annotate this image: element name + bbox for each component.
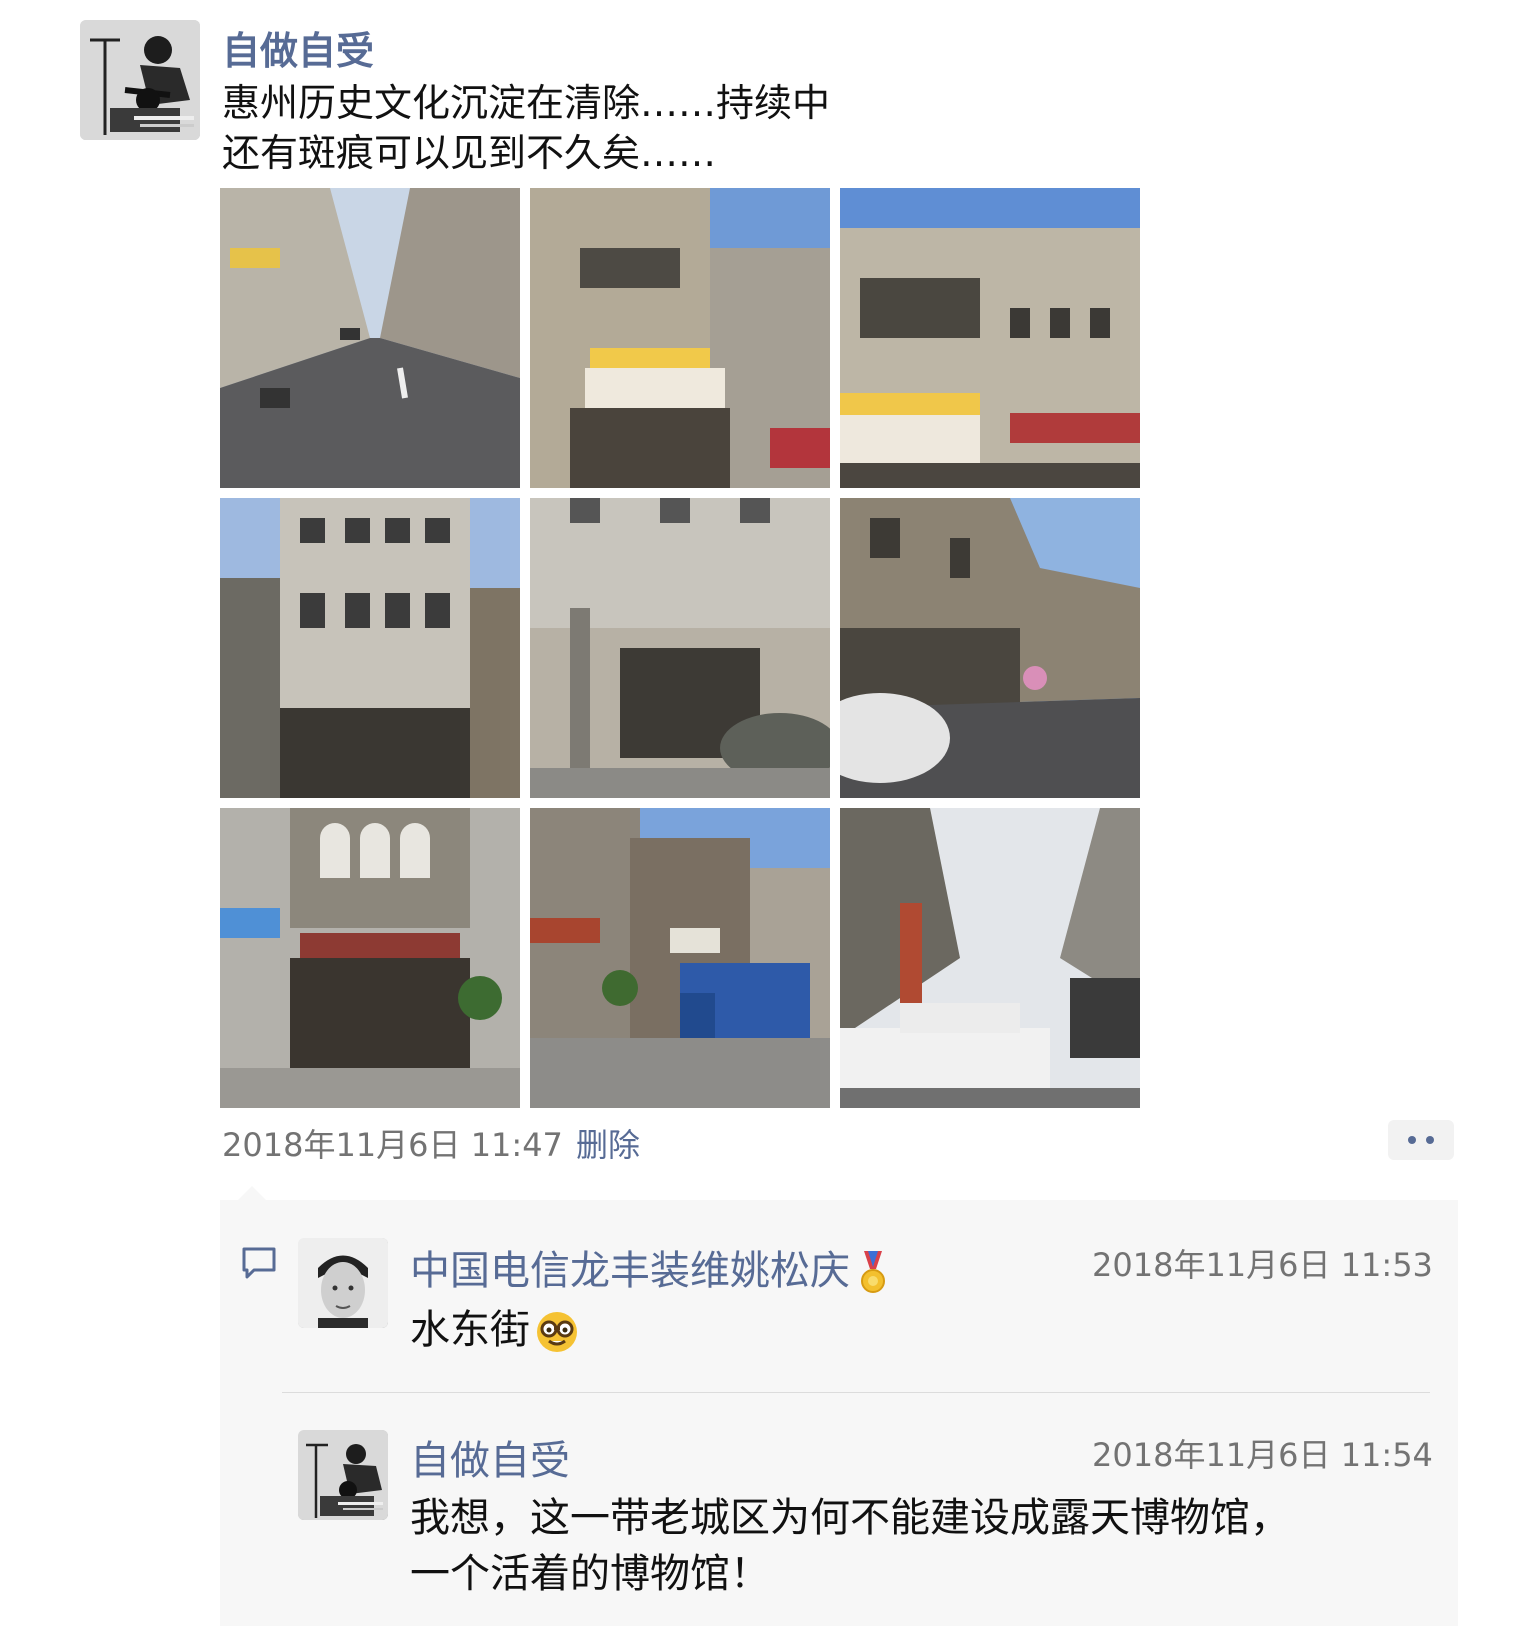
comment-time: 2018年11月6日 11:53 [1092, 1246, 1433, 1284]
post-photo[interactable] [220, 188, 520, 488]
commenter-name[interactable]: 自做自受 [410, 1428, 570, 1486]
post-author-avatar[interactable] [80, 20, 200, 140]
post-timestamp: 2018年11月6日 11:47 [222, 1126, 563, 1164]
delete-link[interactable]: 删除 [576, 1120, 640, 1166]
commenter-avatar[interactable] [298, 1430, 388, 1520]
post-photo[interactable] [840, 808, 1140, 1108]
nerd-face-emoji-icon [537, 1312, 577, 1352]
photo-grid [220, 188, 1144, 1112]
post-photo[interactable] [840, 188, 1140, 488]
post-text-line: 还有斑痕可以见到不久矣…… [222, 131, 717, 175]
comment-text: 水东街 [410, 1302, 580, 1358]
comment-text-line: 我想，这一带老城区为何不能建设成露天博物馆， [410, 1495, 1290, 1541]
post-photo[interactable] [840, 498, 1140, 798]
medal-icon [861, 1251, 885, 1293]
comment-time: 2018年11月6日 11:54 [1092, 1436, 1433, 1474]
post-photo[interactable] [220, 498, 520, 798]
dot [1408, 1136, 1416, 1144]
comment-bubble-icon [242, 1247, 276, 1279]
comment-divider [282, 1392, 1430, 1393]
more-dots-icon[interactable] [1388, 1120, 1454, 1160]
commenter-name-text[interactable]: 中国电信龙丰装维姚松庆 [410, 1248, 850, 1294]
post-photo[interactable] [530, 498, 830, 798]
dot [1426, 1136, 1434, 1144]
post-text-line: 惠州历史文化沉淀在清除……持续中 [222, 81, 831, 125]
comment-text-line: 一个活着的博物馆！ [410, 1551, 770, 1597]
commenter-name[interactable]: 中国电信龙丰装维姚松庆 [410, 1238, 888, 1296]
comments-caret [238, 1186, 266, 1200]
comment-text: 我想，这一带老城区为何不能建设成露天博物馆， 一个活着的博物馆！ [410, 1490, 1440, 1602]
comment-text-content: 水东街 [410, 1307, 530, 1353]
post-author-name[interactable]: 自做自受 [222, 20, 374, 75]
post-photo[interactable] [530, 188, 830, 488]
commenter-avatar[interactable] [298, 1238, 388, 1328]
post-photo[interactable] [220, 808, 520, 1108]
post-photo[interactable] [530, 808, 830, 1108]
post-text: 惠州历史文化沉淀在清除……持续中 还有斑痕可以见到不久矣…… [222, 78, 830, 178]
